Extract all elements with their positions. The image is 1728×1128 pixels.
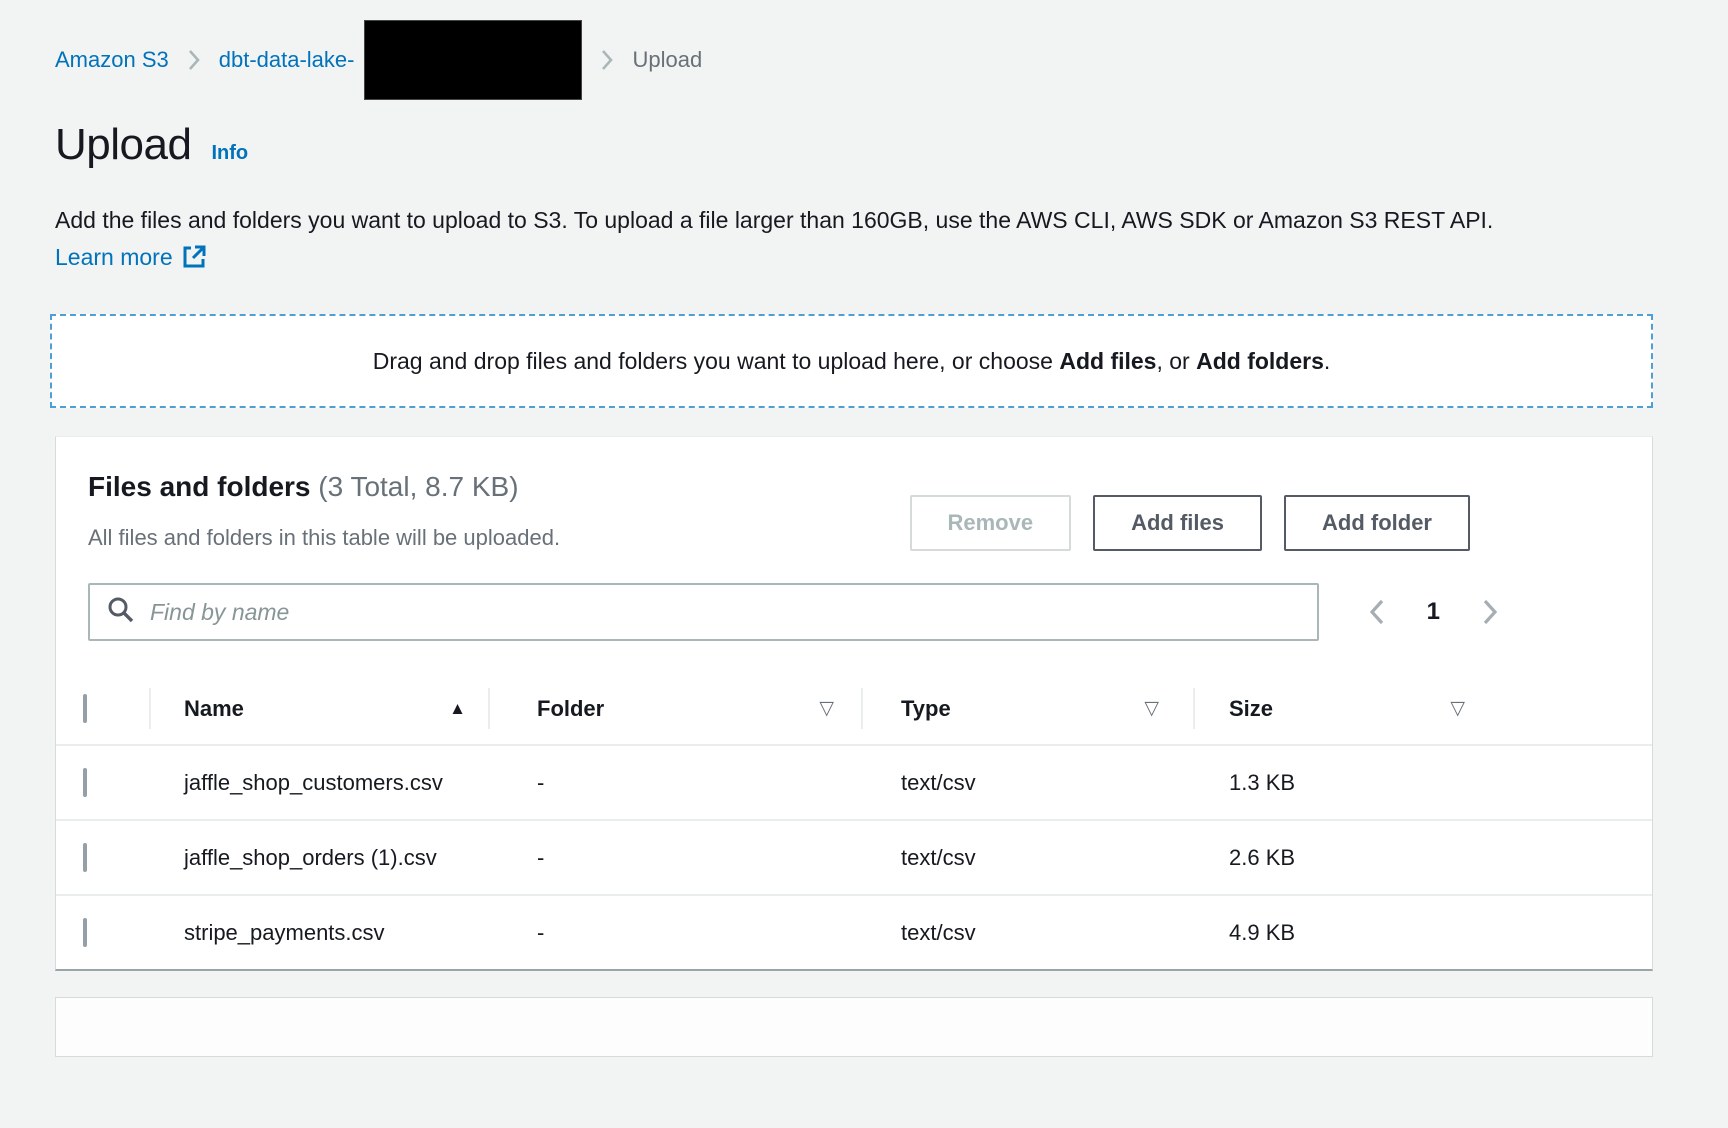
file-size-cell: 2.6 KB (1193, 820, 1652, 895)
page-title: Upload (55, 120, 191, 170)
files-table: Name▲ Folder▽ Type▽ Size▽ jaffle_shop_cu… (56, 673, 1652, 969)
file-type-cell: text/csv (861, 745, 1193, 820)
breadcrumb-current-page: Upload (632, 47, 702, 73)
previous-page-icon[interactable] (1365, 597, 1391, 627)
file-type-cell: text/csv (861, 895, 1193, 969)
column-header-name[interactable]: Name▲ (149, 673, 488, 745)
panel-title: Files and folders (88, 471, 311, 502)
search-box[interactable] (88, 583, 1319, 641)
table-row: jaffle_shop_customers.csv - text/csv 1.3… (56, 745, 1652, 820)
sort-icon[interactable]: ▽ (1144, 697, 1159, 720)
redacted-bucket-name (364, 20, 582, 100)
chevron-right-icon (185, 47, 203, 73)
file-name-cell: jaffle_shop_customers.csv (149, 745, 488, 820)
file-folder-cell: - (488, 895, 861, 969)
file-type-cell: text/csv (861, 820, 1193, 895)
table-row: stripe_payments.csv - text/csv 4.9 KB (56, 895, 1652, 969)
pagination: 1 (1365, 597, 1502, 627)
file-name-cell: jaffle_shop_orders (1).csv (149, 820, 488, 895)
panel-actions: Remove Add files Add folder (910, 495, 1471, 551)
external-link-icon (181, 243, 207, 280)
table-row: jaffle_shop_orders (1).csv - text/csv 2.… (56, 820, 1652, 895)
dropzone-text: Drag and drop files and folders you want… (373, 348, 1331, 375)
select-all-checkbox[interactable] (83, 694, 87, 723)
next-section-panel-edge (55, 997, 1653, 1057)
file-folder-cell: - (488, 820, 861, 895)
sort-icon[interactable]: ▽ (819, 697, 834, 720)
remove-button[interactable]: Remove (910, 495, 1072, 551)
column-header-folder[interactable]: Folder▽ (488, 673, 861, 745)
search-input[interactable] (150, 599, 1301, 626)
page-description: Add the files and folders you want to up… (55, 202, 1525, 280)
next-page-icon[interactable] (1476, 597, 1502, 627)
search-icon (106, 595, 136, 630)
sort-ascending-icon[interactable]: ▲ (449, 699, 466, 719)
description-text: Add the files and folders you want to up… (55, 207, 1493, 233)
column-header-size[interactable]: Size▽ (1193, 673, 1652, 745)
breadcrumb: Amazon S3 dbt-data-lake- Upload (55, 44, 1728, 76)
row-checkbox[interactable] (83, 918, 87, 947)
learn-more-link[interactable]: Learn more (55, 244, 173, 270)
sort-icon[interactable]: ▽ (1450, 697, 1465, 720)
search-row: 1 (56, 583, 1652, 641)
panel-header: Files and folders (3 Total, 8.7 KB) All … (56, 471, 1652, 551)
file-folder-cell: - (488, 745, 861, 820)
add-folder-button[interactable]: Add folder (1284, 495, 1470, 551)
file-size-cell: 1.3 KB (1193, 745, 1652, 820)
panel-title-block: Files and folders (3 Total, 8.7 KB) All … (88, 471, 560, 551)
column-header-type[interactable]: Type▽ (861, 673, 1193, 745)
panel-count: (3 Total, 8.7 KB) (318, 471, 518, 502)
breadcrumb-amazon-s3-link[interactable]: Amazon S3 (55, 47, 169, 73)
file-size-cell: 4.9 KB (1193, 895, 1652, 969)
info-link[interactable]: Info (211, 142, 248, 165)
breadcrumb-bucket-link[interactable]: dbt-data-lake- (219, 47, 355, 73)
files-and-folders-panel: Files and folders (3 Total, 8.7 KB) All … (55, 436, 1653, 971)
file-name-cell: stripe_payments.csv (149, 895, 488, 969)
panel-subtitle: All files and folders in this table will… (88, 525, 560, 551)
table-body: jaffle_shop_customers.csv - text/csv 1.3… (56, 745, 1652, 969)
row-checkbox[interactable] (83, 768, 87, 797)
table-header-row: Name▲ Folder▽ Type▽ Size▽ (56, 673, 1652, 745)
current-page-number[interactable]: 1 (1427, 598, 1440, 626)
drag-and-drop-zone[interactable]: Drag and drop files and folders you want… (50, 314, 1653, 408)
row-checkbox[interactable] (83, 843, 87, 872)
chevron-right-icon (598, 47, 616, 73)
select-all-checkbox-cell (56, 673, 149, 745)
page-title-row: Upload Info (55, 120, 1728, 170)
add-files-button[interactable]: Add files (1093, 495, 1262, 551)
